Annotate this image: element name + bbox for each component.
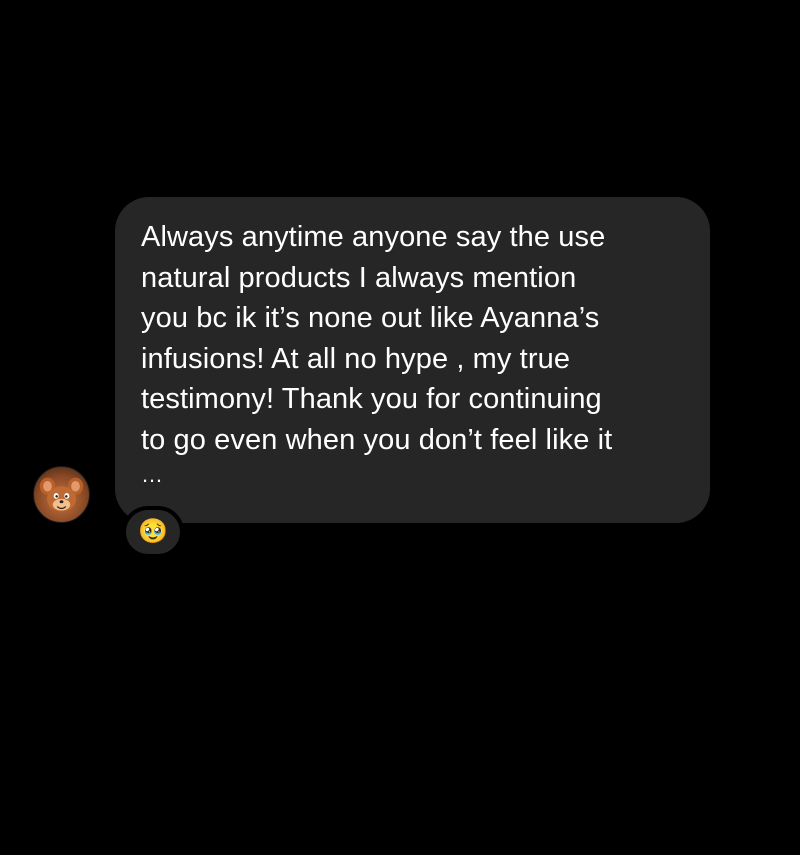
pleading-face-emoji-icon: 🥹 bbox=[138, 518, 168, 545]
message-ellipsis: … bbox=[141, 462, 164, 487]
message-bubble[interactable]: Always anytime anyone say the use natura… bbox=[115, 197, 710, 523]
cartoon-mouse-avatar-icon bbox=[39, 477, 84, 512]
message-text: Always anytime anyone say the use natura… bbox=[141, 221, 613, 456]
reaction-badge[interactable]: 🥹 bbox=[122, 506, 184, 558]
message-thread: Always anytime anyone say the use natura… bbox=[0, 0, 800, 855]
sender-avatar[interactable] bbox=[33, 466, 90, 523]
